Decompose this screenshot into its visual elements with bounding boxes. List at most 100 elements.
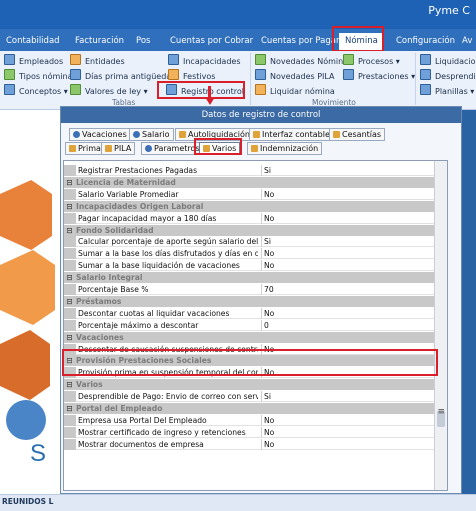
tab-configuracion[interactable]: Configuración (396, 33, 455, 49)
property-value[interactable]: No (261, 426, 444, 438)
vacation-icon (73, 131, 80, 138)
scroll-grip-icon: ≡ (437, 407, 445, 417)
row-gutter (64, 188, 76, 200)
ribbon-tipos-nomina[interactable]: Tipos nómina (4, 69, 73, 82)
row-gutter (64, 248, 76, 260)
property-value[interactable]: Si (261, 391, 444, 403)
highlight-varios-tab (194, 138, 242, 155)
ribbon-conceptos[interactable]: Conceptos ▾ (4, 84, 68, 97)
concepts-icon (4, 84, 15, 95)
property-value[interactable]: 70 (261, 284, 444, 295)
title-bar: Pyme C (0, 0, 476, 29)
printer-icon (420, 69, 431, 80)
property-value[interactable]: Si (261, 165, 444, 176)
tab-facturacion[interactable]: Facturación (75, 33, 124, 49)
grid-property-row[interactable]: Registrar Prestaciones Pagadas Si (64, 165, 447, 176)
grid-property-row[interactable]: Sumar a la base liquidación de vacacione… (64, 260, 447, 272)
tab-av[interactable]: Av (462, 33, 472, 49)
property-name: Pagar incapacidad mayor a 180 días (78, 213, 217, 223)
collapse-icon[interactable]: ⊟ (66, 225, 73, 236)
process-icon (343, 54, 354, 65)
collapse-icon[interactable]: ⊟ (66, 379, 73, 390)
vertical-scrollbar[interactable] (434, 161, 447, 490)
ribbon-empleados[interactable]: Empleados (4, 54, 63, 67)
dialog-title: Datos de registro de control (61, 107, 461, 123)
ribbon-novedades-nomina[interactable]: Novedades Nómina (255, 54, 348, 67)
property-grid[interactable]: Mostrar documentos de empresa No Mostrar c… (63, 160, 448, 491)
ribbon-incapacidades[interactable]: Incapacidades (168, 54, 240, 67)
gear-icon (133, 131, 140, 138)
category-label: Fondo Solidaridad (76, 225, 154, 235)
tab-indemnizacion[interactable]: Indemnización (247, 142, 323, 155)
grid-property-row[interactable]: Descontar cuotas al liquidar vacaciones N… (64, 307, 447, 319)
property-name: Sumar a la base liquidación de vacacione… (78, 261, 240, 271)
doc-icon (69, 145, 76, 152)
collapse-icon[interactable]: ⊟ (66, 272, 73, 283)
ribbon-procesos[interactable]: Procesos ▾ (343, 54, 400, 67)
grid-property-row[interactable]: Calcular porcentaje de aporte según sala… (64, 236, 447, 248)
property-value[interactable]: No (261, 212, 444, 224)
tab-cuentas-por-pagar[interactable]: Cuentas por Pagar (261, 33, 339, 49)
ribbon-separator (250, 53, 251, 105)
grid-property-row[interactable]: Pagar incapacidad mayor a 180 días No (64, 212, 447, 224)
grid-category: ⊟ Fondo Solidaridad (64, 224, 447, 236)
property-value[interactable]: No (261, 188, 444, 200)
grid-property-row[interactable]: Empresa usa Portal Del Empleado No (64, 414, 447, 426)
row-gutter (64, 212, 76, 224)
collapse-icon[interactable]: ⊟ (66, 403, 73, 414)
tab-pos[interactable]: Pos (136, 33, 150, 49)
grid-property-row[interactable]: Porcentaje máximo a descontar 0 (64, 319, 447, 331)
row-gutter (64, 284, 76, 295)
row-gutter (64, 426, 76, 438)
ribbon-liquidar-nomina[interactable]: Liquidar nómina (255, 84, 335, 97)
property-name: Sumar a la base los días disfrutados y d… (78, 249, 258, 259)
collapse-icon[interactable]: ⊟ (66, 177, 73, 188)
status-bar: REUNIDOS L (0, 494, 476, 511)
property-value[interactable]: 0 (261, 319, 444, 331)
tab-interfaz-contable[interactable]: Interfaz contable (249, 128, 334, 141)
benefits-icon (343, 69, 354, 80)
ribbon-liquidacion[interactable]: Liquidacion (420, 54, 476, 67)
collapse-icon[interactable]: ⊟ (66, 201, 73, 212)
row-gutter (64, 319, 76, 331)
property-value[interactable]: No (261, 414, 444, 426)
property-value[interactable]: No (261, 248, 444, 260)
building-icon (70, 54, 81, 65)
collapse-icon[interactable]: ⊟ (66, 296, 73, 307)
grid-property-row[interactable]: Salario Variable Promediar No (64, 188, 447, 200)
property-value[interactable]: No (261, 260, 444, 272)
people-icon (4, 54, 15, 65)
category-label: Licencia de Maternidad (76, 177, 176, 187)
tab-salario[interactable]: Salario (129, 128, 174, 141)
property-name: Mostrar certificado de ingreso y retenci… (78, 427, 246, 437)
tab-contabilidad[interactable]: Contabilidad (6, 33, 60, 49)
tab-prima[interactable]: Prima (65, 142, 105, 155)
property-value[interactable]: Si (261, 236, 444, 248)
ribbon-desprendible[interactable]: Desprendib (420, 69, 476, 82)
highlight-nomina-tab (332, 26, 384, 52)
tab-cuentas-por-cobrar[interactable]: Cuentas por Cobrar (170, 33, 253, 49)
doc-icon (105, 145, 112, 152)
ribbon-entidades[interactable]: Entidades (70, 54, 125, 67)
grid-property-row[interactable]: Mostrar documentos de empresa No (64, 438, 447, 450)
property-value[interactable]: No (261, 307, 444, 319)
doc-icon (253, 131, 260, 138)
collapse-icon[interactable]: ⊟ (66, 332, 73, 343)
property-value[interactable]: No (261, 438, 444, 450)
tab-cesantias[interactable]: Cesantías (329, 128, 386, 141)
tab-pila[interactable]: PILA (101, 142, 136, 155)
ribbon-planillas[interactable]: Planillas ▾ (420, 84, 474, 97)
grid-property-row[interactable]: Porcentaje Base % 70 (64, 284, 447, 295)
grid-property-row[interactable]: Mostrar certificado de ingreso y retenci… (64, 426, 447, 438)
category-label: Incapacidades Origen Laboral (76, 201, 204, 211)
logo-shape (6, 400, 46, 440)
grid-property-row[interactable]: Desprendible de Pago: Envio de correo co… (64, 391, 447, 403)
tab-vacaciones[interactable]: Vacaciones (69, 128, 131, 141)
category-label: Préstamos (76, 296, 122, 306)
highlight-registro-control (157, 81, 245, 99)
ribbon-prestaciones[interactable]: Prestaciones ▾ (343, 69, 415, 82)
row-gutter (64, 307, 76, 319)
ribbon-valores-de-ley[interactable]: Valores de ley ▾ (70, 84, 148, 97)
grid-property-row[interactable]: Sumar a la base los días disfrutados y d… (64, 248, 447, 260)
ribbon-novedades-pila[interactable]: Novedades PILA (255, 69, 335, 82)
